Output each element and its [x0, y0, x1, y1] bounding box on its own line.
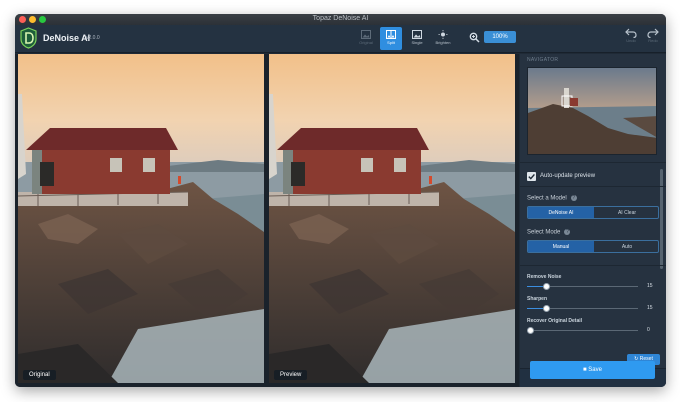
help-icon[interactable]: ? [564, 229, 571, 235]
save-button[interactable]: ■ Save [530, 361, 655, 379]
remove-noise-label: Remove Noise [527, 274, 562, 280]
original-pane-label: Original [23, 370, 56, 380]
preview-pane[interactable]: Preview [269, 54, 515, 383]
original-pane[interactable]: Original [18, 54, 264, 383]
preview-photo [269, 54, 515, 383]
slider-thumb[interactable] [543, 283, 550, 290]
redo-label: Redo [648, 38, 658, 43]
window-title: Topaz DeNoise AI [312, 15, 369, 22]
undo-label: Undo [626, 38, 636, 43]
zoom-level-field[interactable]: 100% [484, 31, 516, 43]
model-selector: DeNoise AI AI Clear [527, 206, 659, 219]
remove-noise-value: 15 [647, 283, 653, 289]
recover-detail-value: 0 [647, 327, 650, 333]
slider-thumb[interactable] [543, 305, 550, 312]
title-bar: Topaz DeNoise AI [15, 14, 666, 25]
split-view-icon [386, 30, 396, 39]
recover-detail-slider[interactable] [527, 327, 638, 334]
slider-thumb[interactable] [527, 327, 534, 334]
mode-option-manual[interactable]: Manual [528, 241, 594, 252]
remove-noise-slider[interactable] [527, 283, 638, 290]
mode-selector: Manual Auto [527, 240, 659, 253]
image-panes: Original Preview [15, 54, 519, 387]
panel-scrollbar[interactable] [660, 169, 663, 269]
checkmark-icon [528, 173, 535, 180]
denoise-logo-icon [20, 27, 37, 49]
mode-section-label: Select Mode? [527, 229, 571, 236]
preview-pane-label: Preview [274, 370, 308, 380]
single-image-icon [412, 30, 422, 39]
save-label: Save [588, 367, 602, 373]
auto-update-checkbox[interactable] [527, 172, 536, 181]
navigator-title: NAVIGATOR [527, 57, 559, 63]
redo-icon [647, 28, 659, 38]
sharpen-value: 15 [647, 305, 653, 311]
model-section-label: Select a Model? [527, 195, 577, 202]
view-original-label: Original [359, 40, 373, 45]
redo-button[interactable]: Redo [643, 28, 663, 50]
settings-panel: NAVIGATOR Auto-update preview Select a M… [520, 54, 666, 387]
save-icon: ■ [583, 367, 587, 373]
view-original-button[interactable]: Original [355, 27, 377, 50]
app-version: v2.0.0 [86, 35, 100, 41]
model-option-denoise-ai[interactable]: DeNoise AI [528, 207, 594, 218]
view-single-button[interactable]: Single [406, 27, 428, 50]
brighten-button[interactable]: Brighten [432, 27, 454, 50]
model-label-text: Select a Model [527, 195, 567, 202]
app-window: Topaz DeNoise AI DeNoise AI v2.0.0 Origi… [15, 14, 666, 387]
view-split-button[interactable]: Split [380, 27, 402, 50]
model-option-ai-clear[interactable]: AI Clear [594, 207, 658, 218]
mode-option-auto[interactable]: Auto [594, 241, 658, 252]
original-photo [18, 54, 264, 383]
zoom-icon[interactable] [469, 32, 480, 43]
sharpen-slider[interactable] [527, 305, 638, 312]
toolbar: DeNoise AI v2.0.0 Original Split Single [15, 25, 666, 53]
recover-detail-label: Recover Original Detail [527, 318, 583, 324]
undo-button[interactable]: Undo [621, 28, 641, 50]
panel-divider [520, 265, 666, 266]
help-icon[interactable]: ? [570, 195, 577, 201]
view-split-label: Split [387, 40, 395, 45]
auto-update-label: Auto-update preview [540, 173, 596, 179]
single-image-icon [361, 30, 371, 39]
sharpen-label: Sharpen [527, 296, 548, 302]
navigator-photo [528, 68, 656, 154]
mode-label-text: Select Mode [527, 229, 561, 236]
panel-divider [520, 186, 666, 187]
undo-icon [625, 28, 637, 38]
panel-divider [520, 162, 666, 163]
sun-icon [438, 30, 448, 39]
view-single-label: Single [411, 40, 423, 45]
app-name: DeNoise AI [43, 33, 91, 43]
navigator-thumbnail[interactable] [527, 67, 657, 155]
brighten-label: Brighten [435, 40, 451, 45]
